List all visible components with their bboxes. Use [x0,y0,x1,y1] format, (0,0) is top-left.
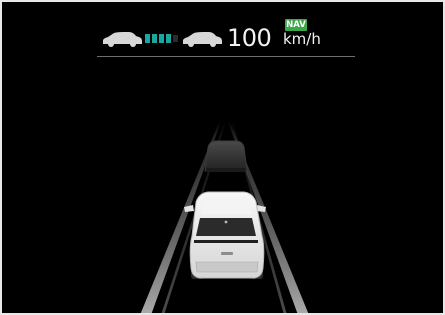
screen-frame [0,0,445,315]
adas-cluster-screen: 100 NAV km/h [0,0,445,315]
